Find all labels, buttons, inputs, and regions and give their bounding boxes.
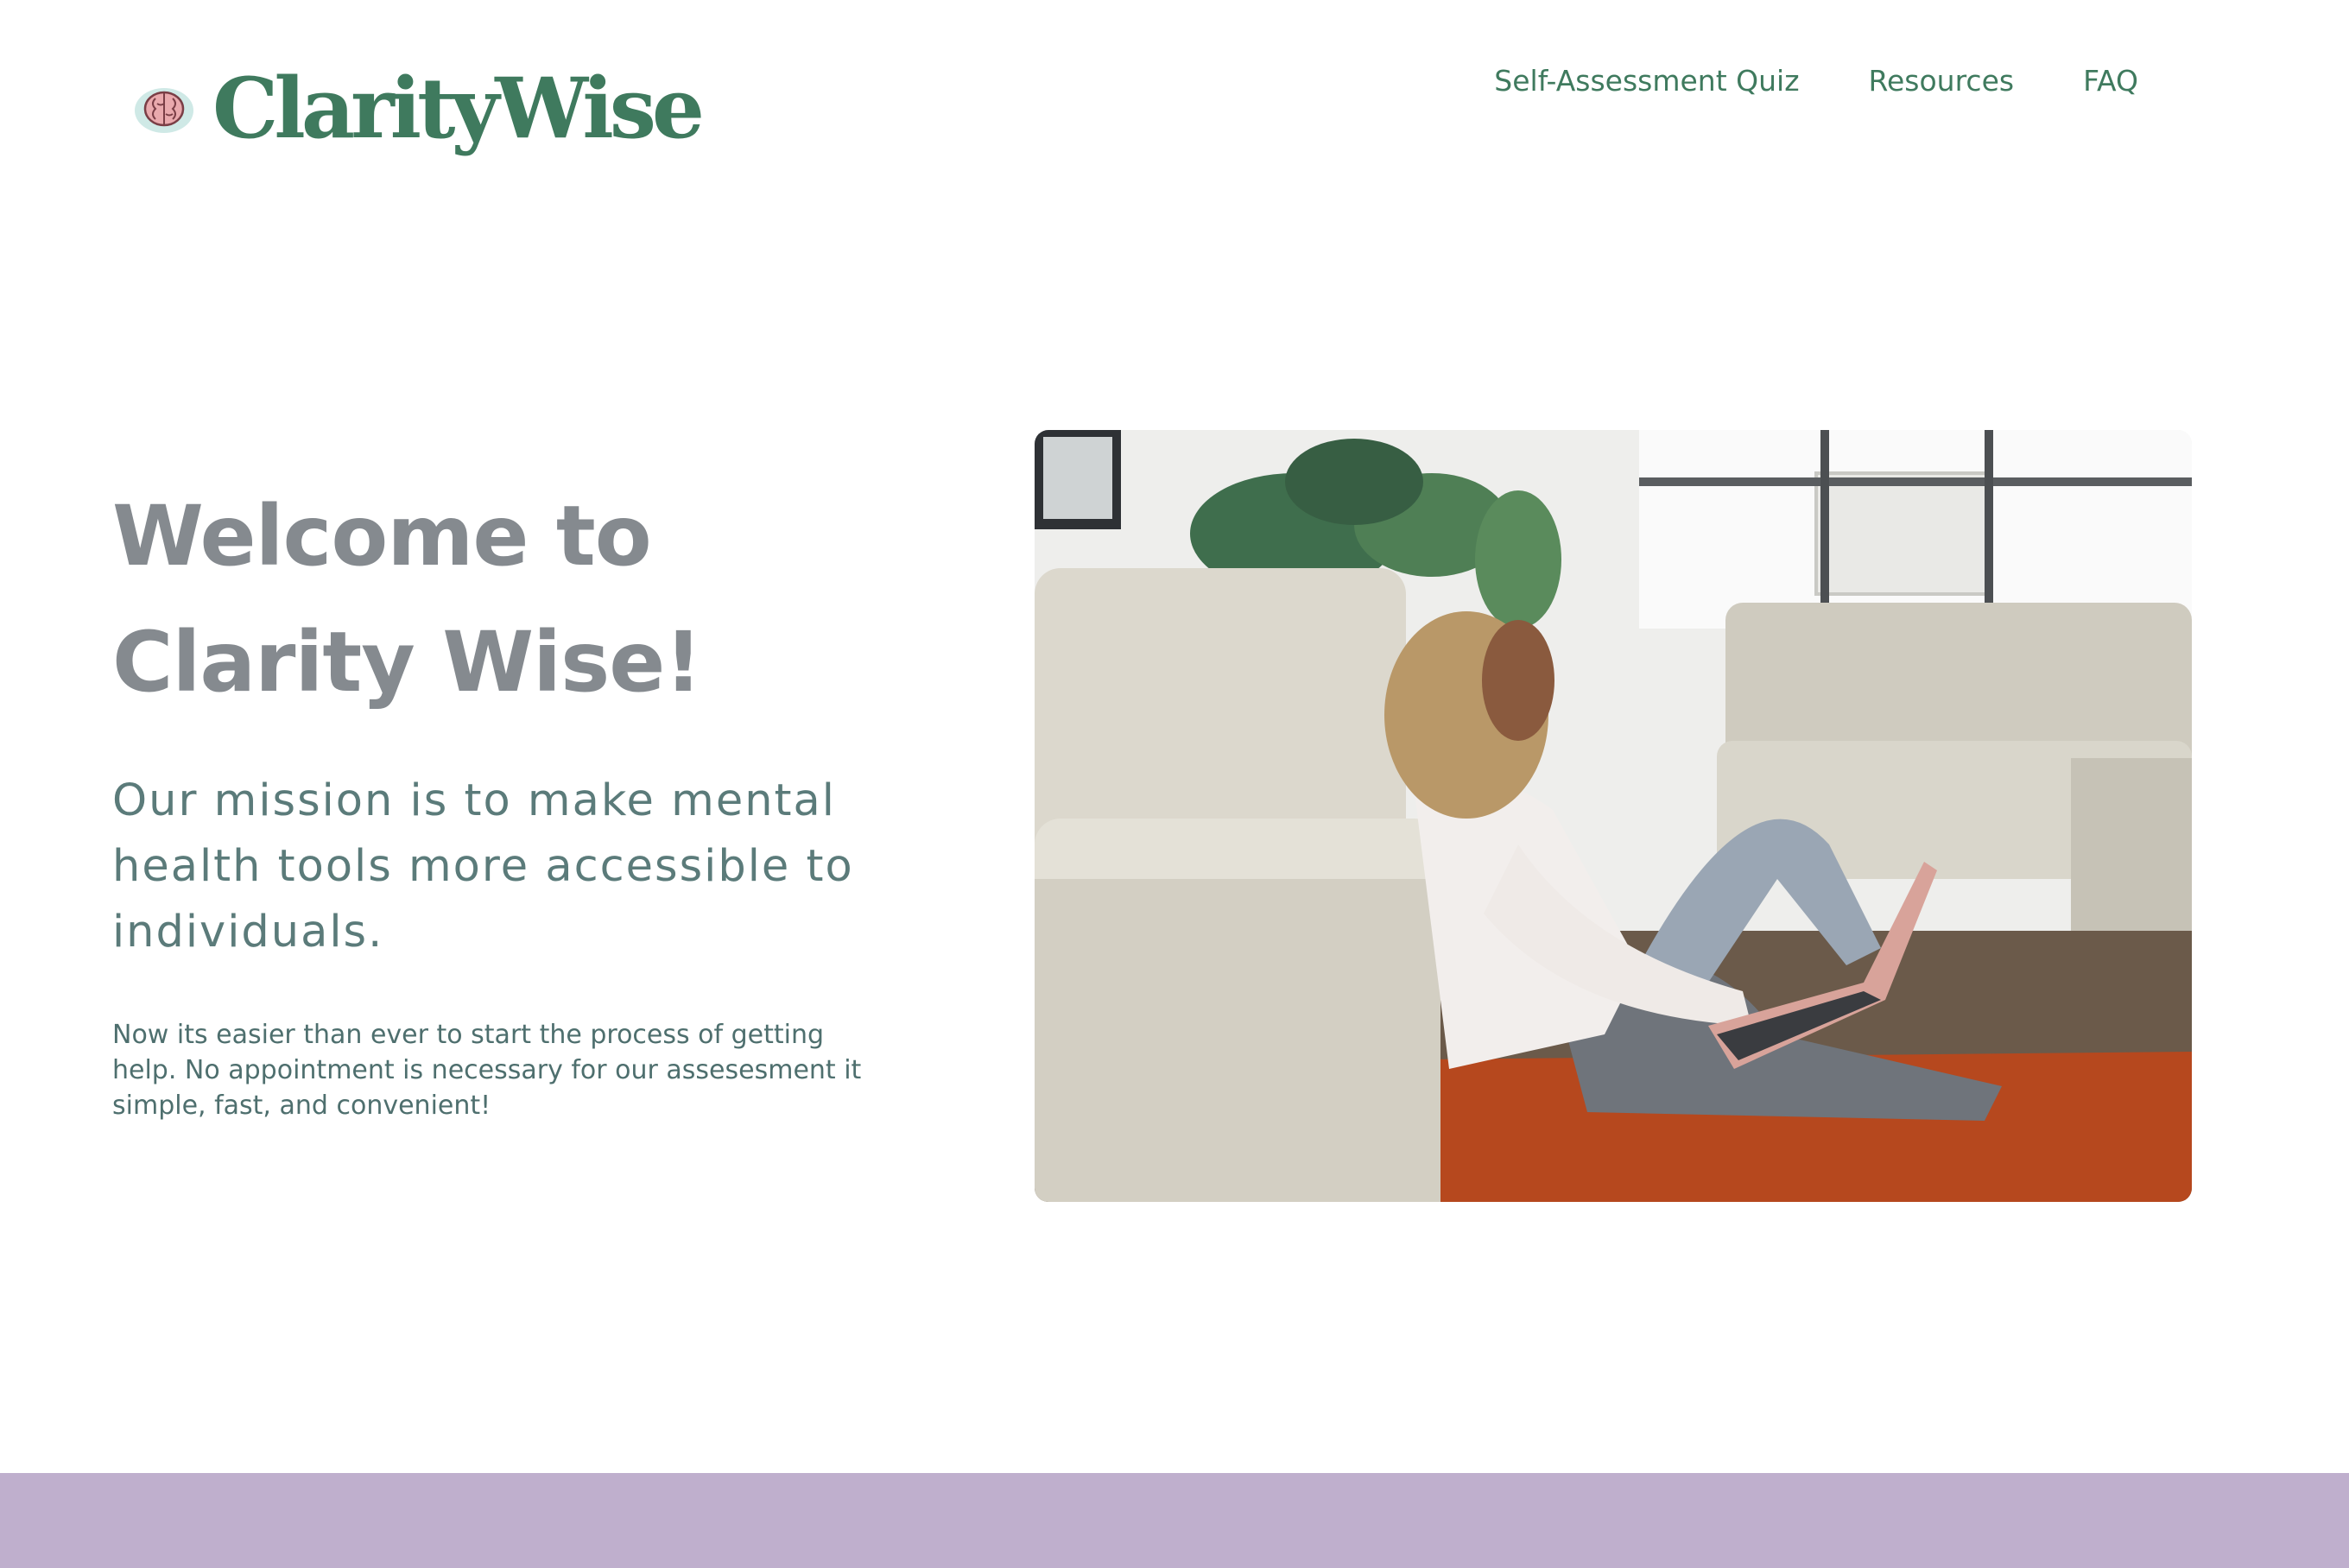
logo[interactable]: ClarityWise [131,54,705,164]
hero-title-line2: Clarity Wise! [112,614,702,711]
hero-image [1035,430,2192,1202]
hero-title-line1: Welcome to [112,488,652,585]
footer-band [0,1473,2349,1568]
hero-description: Now its easier than ever to start the pr… [112,1020,862,1121]
main-nav: Self-Assessment Quiz Resources FAQ [1494,60,2138,102]
nav-resources[interactable]: Resources [1869,60,2015,102]
brain-icon [135,88,193,133]
mission-statement: Our mission is to make mental health too… [112,775,854,958]
nav-self-assessment-quiz[interactable]: Self-Assessment Quiz [1494,60,1799,102]
woman-with-laptop-photo [1035,430,2192,1202]
nav-faq[interactable]: FAQ [2083,60,2138,102]
logo-text: ClarityWise [212,60,705,157]
hero-title: Welcome to Clarity Wise! [112,473,976,725]
